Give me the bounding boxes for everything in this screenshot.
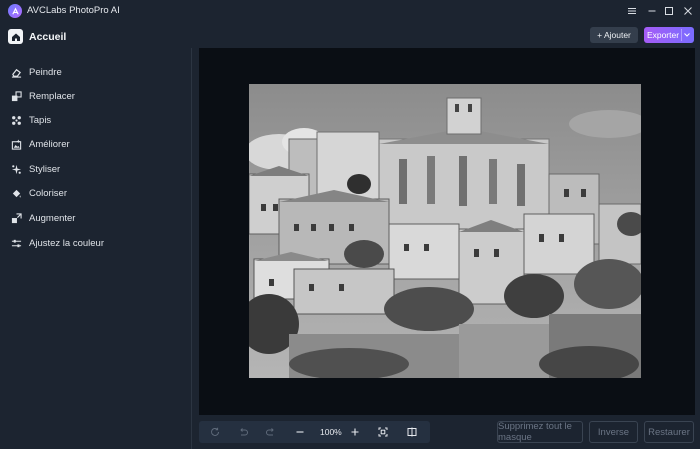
inverse-button[interactable]: Inverse [589,421,638,443]
style-icon [10,163,22,175]
sidebar-item-enhance[interactable]: Améliorer [10,136,70,152]
sidebar-item-label: Styliser [29,163,61,175]
minimize-icon[interactable] [644,3,660,19]
zoom-out-icon[interactable] [294,426,306,438]
replace-icon [10,90,22,102]
compare-icon[interactable] [406,426,418,438]
fit-screen-icon[interactable] [377,426,389,438]
sidebar-item-label: Ajustez la couleur [29,237,104,249]
zoom-level: 100% [320,427,342,437]
chevron-down-icon[interactable] [683,31,691,39]
sidebar-item-paint[interactable]: Peindre [10,64,62,80]
enhance-icon [10,138,22,150]
sidebar-item-adjust-color[interactable]: Ajustez la couleur [10,235,104,251]
upscale-icon [10,212,22,224]
sidebar-item-label: Peindre [29,66,62,78]
zoom-in-icon[interactable] [349,426,361,438]
sidebar-divider [191,48,192,449]
view-toolbar: 100% [199,421,430,443]
sidebar-item-label: Coloriser [29,187,68,199]
app-title: AVCLabs PhotoPro AI [27,5,120,16]
sidebar-item-label: Remplacer [29,90,75,102]
home-label: Accueil [29,30,67,43]
restore-button[interactable]: Restaurer [644,421,694,443]
home-icon [8,29,23,44]
redo-icon[interactable] [265,426,277,438]
photo-preview[interactable] [249,84,641,378]
home-button[interactable]: Accueil [8,29,66,44]
sliders-icon [10,237,22,249]
sidebar-item-replace[interactable]: Remplacer [10,88,75,104]
refresh-icon[interactable] [209,426,221,438]
sidebar-item-stylize[interactable]: Styliser [10,161,60,177]
sidebar-item-label: Tapis [29,114,52,126]
sidebar-item-label: Augmenter [29,212,76,224]
pattern-icon [10,114,22,126]
app-logo-icon [8,4,22,18]
close-icon[interactable] [680,3,696,19]
export-button[interactable]: Exporter [644,27,694,43]
sidebar-item-pattern[interactable]: Tapis [10,112,51,128]
maximize-icon[interactable] [661,3,677,19]
title-bar: AVCLabs PhotoPro AI [0,0,700,22]
eraser-icon [10,66,22,78]
add-button[interactable]: + Ajouter [590,27,638,43]
export-label: Exporter [646,30,680,40]
menu-icon[interactable] [624,3,640,19]
sidebar-item-upscale[interactable]: Augmenter [10,210,75,226]
editor-canvas[interactable] [199,48,695,415]
clear-mask-button[interactable]: Supprimez tout le masque [497,421,583,443]
export-separator [681,29,682,41]
sidebar-item-label: Améliorer [29,138,70,150]
sidebar-item-colorize[interactable]: Coloriser [10,185,67,201]
paint-bucket-icon [10,187,22,199]
sidebar: Accueil Peindre Remplacer Tapis Améliore… [0,22,192,449]
undo-icon[interactable] [237,426,249,438]
